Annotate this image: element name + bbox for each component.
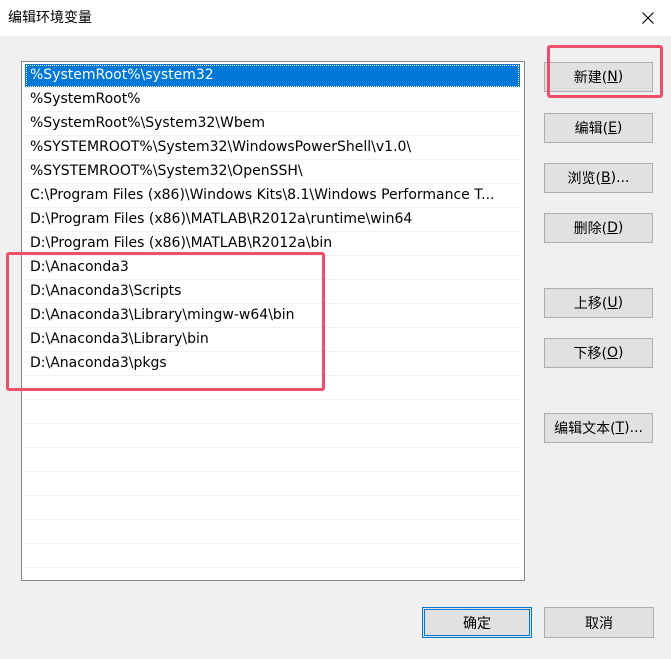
edit-button[interactable]: 编辑(E) bbox=[544, 113, 653, 143]
empty-row[interactable] bbox=[25, 520, 520, 544]
empty-row[interactable] bbox=[25, 448, 520, 472]
edit-text-button[interactable]: 编辑文本(T)... bbox=[544, 413, 653, 443]
move-down-button[interactable]: 下移(O) bbox=[544, 338, 653, 368]
new-button[interactable]: 新建(N) bbox=[544, 62, 653, 92]
delete-button[interactable]: 删除(D) bbox=[544, 213, 653, 243]
title-bar: 编辑环境变量 bbox=[0, 0, 671, 36]
path-row[interactable]: %SYSTEMROOT%\System32\WindowsPowerShell\… bbox=[25, 136, 520, 160]
path-row[interactable]: D:\Anaconda3 bbox=[25, 256, 520, 280]
path-row[interactable]: D:\Anaconda3\Scripts bbox=[25, 280, 520, 304]
empty-row[interactable] bbox=[25, 424, 520, 448]
edit-env-variable-dialog: 编辑环境变量 %SystemRoot%\system32 %SystemRoot… bbox=[0, 0, 671, 659]
path-row[interactable]: %SYSTEMROOT%\System32\OpenSSH\ bbox=[25, 160, 520, 184]
path-row[interactable]: D:\Anaconda3\Library\mingw-w64\bin bbox=[25, 304, 520, 328]
close-button[interactable] bbox=[625, 0, 671, 36]
path-row[interactable]: D:\Anaconda3\Library\bin bbox=[25, 328, 520, 352]
browse-button[interactable]: 浏览(B)... bbox=[544, 163, 653, 193]
path-list[interactable]: %SystemRoot%\system32 %SystemRoot% %Syst… bbox=[21, 61, 525, 581]
path-row[interactable]: D:\Anaconda3\pkgs bbox=[25, 352, 520, 376]
empty-row[interactable] bbox=[25, 400, 520, 424]
empty-row[interactable] bbox=[25, 472, 520, 496]
path-row[interactable]: C:\Program Files (x86)\Windows Kits\8.1\… bbox=[25, 184, 520, 208]
path-row[interactable]: D:\Program Files (x86)\MATLAB\R2012a\bin bbox=[25, 232, 520, 256]
window-title: 编辑环境变量 bbox=[8, 10, 92, 26]
path-row[interactable]: %SystemRoot%\system32 bbox=[25, 64, 520, 88]
path-row[interactable]: %SystemRoot%\System32\Wbem bbox=[25, 112, 520, 136]
cancel-button[interactable]: 取消 bbox=[544, 607, 654, 638]
empty-row[interactable] bbox=[25, 376, 520, 400]
close-icon bbox=[642, 12, 654, 24]
empty-row[interactable] bbox=[25, 496, 520, 520]
path-row[interactable]: D:\Program Files (x86)\MATLAB\R2012a\run… bbox=[25, 208, 520, 232]
path-row[interactable]: %SystemRoot% bbox=[25, 88, 520, 112]
empty-row[interactable] bbox=[25, 544, 520, 568]
ok-button[interactable]: 确定 bbox=[422, 607, 532, 638]
move-up-button[interactable]: 上移(U) bbox=[544, 288, 653, 318]
